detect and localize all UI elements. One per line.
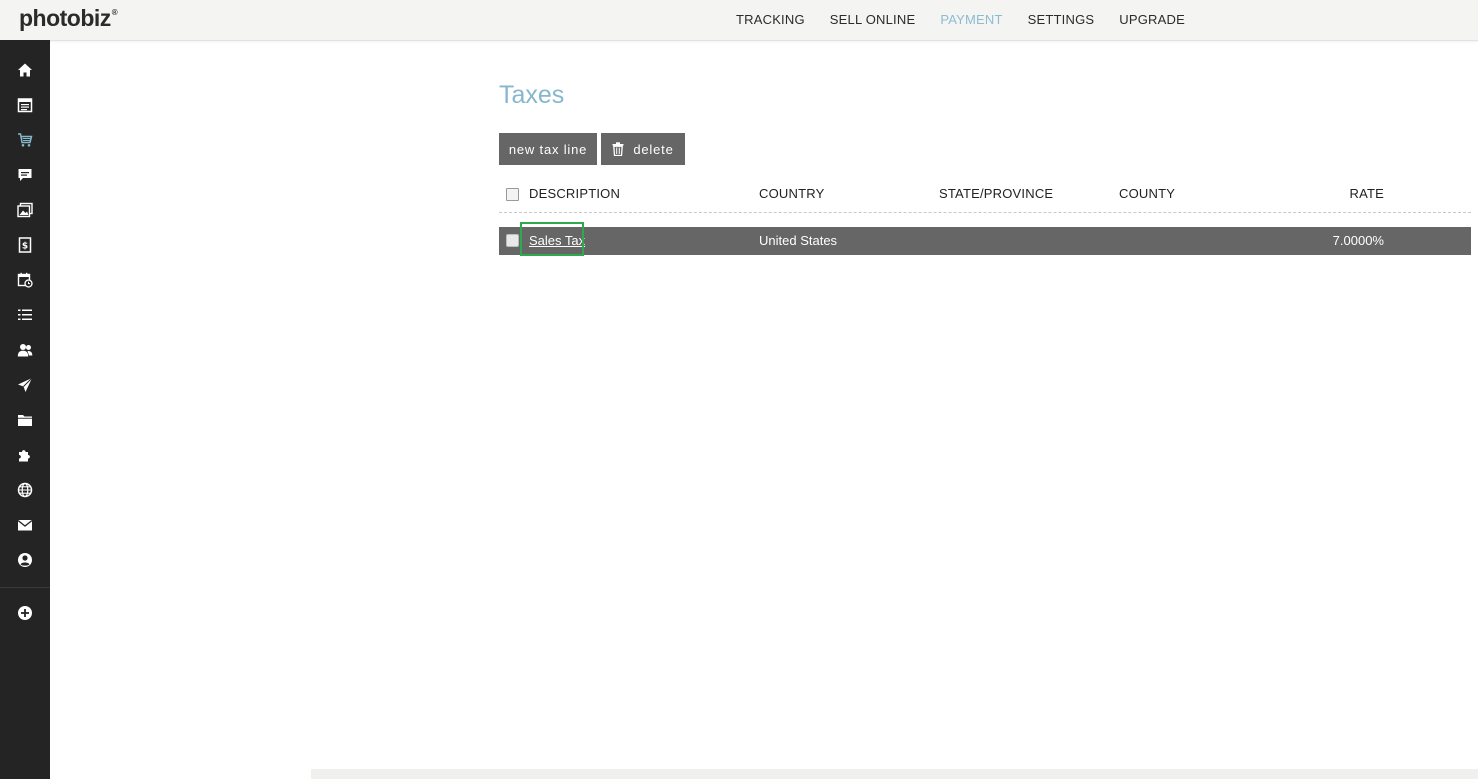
globe-icon[interactable]: [15, 480, 35, 500]
cart-icon[interactable]: [15, 130, 35, 150]
chat-icon[interactable]: [15, 165, 35, 185]
new-tax-line-label: new tax line: [508, 141, 588, 157]
row-rate: 7.0000%: [1332, 233, 1384, 248]
main-nav: TRACKING SELL ONLINE PAYMENT SETTINGS UP…: [736, 12, 1210, 27]
table-row[interactable]: Sales Tax United States 7.0000%: [499, 227, 1471, 255]
row-country: United States: [759, 233, 838, 248]
home-icon[interactable]: [15, 60, 35, 80]
header-state-province[interactable]: STATE/PROVINCE: [939, 186, 1053, 201]
gallery-icon[interactable]: [15, 200, 35, 220]
nav-upgrade[interactable]: UPGRADE: [1119, 12, 1185, 27]
top-bar: photobiz® TRACKING SELL ONLINE PAYMENT S…: [0, 0, 1478, 41]
trash-icon: [612, 142, 624, 156]
new-tax-line-button[interactable]: new tax line: [499, 133, 597, 165]
logo-trademark: ®: [111, 8, 118, 17]
focus-highlight: [520, 222, 584, 256]
header-rate[interactable]: RATE: [1349, 186, 1384, 201]
photobiz-logo[interactable]: photobiz®: [19, 5, 118, 32]
nav-settings[interactable]: SETTINGS: [1028, 12, 1095, 27]
add-icon[interactable]: [15, 603, 35, 623]
calendar-list-icon[interactable]: [15, 95, 35, 115]
nav-sell-online[interactable]: SELL ONLINE: [830, 12, 916, 27]
delete-label: delete: [633, 141, 674, 157]
nav-tracking[interactable]: TRACKING: [736, 12, 805, 27]
header-county[interactable]: COUNTY: [1119, 186, 1175, 201]
select-all-checkbox[interactable]: [506, 188, 519, 201]
clients-icon[interactable]: [15, 340, 35, 360]
nav-payment[interactable]: PAYMENT: [940, 12, 1002, 27]
delete-button[interactable]: delete: [601, 133, 685, 165]
row-checkbox[interactable]: [506, 234, 519, 247]
header-country[interactable]: COUNTRY: [759, 186, 824, 201]
horizontal-scrollbar[interactable]: [311, 769, 1478, 779]
header-description[interactable]: DESCRIPTION: [529, 186, 620, 201]
mail-icon[interactable]: [15, 515, 35, 535]
account-icon[interactable]: [15, 550, 35, 570]
svg-text:$: $: [22, 242, 28, 252]
logo-text: photobiz: [19, 5, 111, 31]
send-icon[interactable]: [15, 375, 35, 395]
list-icon[interactable]: [15, 305, 35, 325]
folder-icon[interactable]: [15, 410, 35, 430]
booking-calendar-icon[interactable]: [15, 270, 35, 290]
sidebar: $: [0, 40, 50, 779]
invoice-icon[interactable]: $: [15, 235, 35, 255]
page-title: Taxes: [499, 81, 565, 109]
table-header: DESCRIPTION COUNTRY STATE/PROVINCE COUNT…: [499, 182, 1471, 213]
sidebar-divider: [0, 587, 50, 588]
puzzle-icon[interactable]: [15, 445, 35, 465]
